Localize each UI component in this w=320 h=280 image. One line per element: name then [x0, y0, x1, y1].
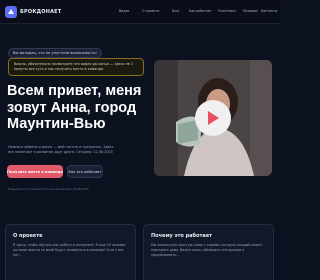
how-it-works-card: Почему это работает Мы используем просту…: [143, 224, 274, 280]
hero-footnote: Новый доступ откроется после просмотра: …: [8, 187, 89, 191]
info-notice: Важно, обязательно посмотрите это видео …: [8, 58, 144, 76]
play-icon: [208, 111, 219, 125]
top-navigation-bar: БРОКДОНАЕТ Видео О проекте Блог Как рабо…: [0, 0, 280, 24]
nav-link-contacts[interactable]: Контакты: [261, 9, 277, 13]
about-card-title: О проекте: [13, 233, 43, 239]
play-button[interactable]: [195, 100, 231, 136]
get-team-spot-button[interactable]: Получить место в команде: [7, 165, 63, 178]
nav-link-blog[interactable]: Блог: [172, 9, 180, 13]
nav-link-about[interactable]: О проекте: [142, 9, 159, 13]
about-card-text: Я здесь, чтобы обучить вас работе в инте…: [13, 243, 127, 257]
brand-name: БРОКДОНАЕТ: [20, 9, 62, 15]
nav-link-positions[interactable]: Позиции: [243, 9, 257, 13]
brand-logo-icon: [5, 6, 17, 18]
nav-link-how[interactable]: Как работает: [189, 9, 212, 13]
how-card-text: Мы используем простую схему с кадами, ко…: [151, 243, 263, 257]
how-card-title: Почему это работает: [151, 233, 213, 239]
nav-link-members[interactable]: Участники: [218, 9, 236, 13]
video-player[interactable]: [154, 60, 272, 176]
hero-description: Немного обмена и риска — мой честно и пр…: [8, 145, 114, 154]
about-project-card: О проекте Я здесь, чтобы обучить вас раб…: [5, 224, 136, 280]
hero-headline: Всем привет, меня зовут Анна, город Маун…: [7, 83, 142, 132]
nav-link-video[interactable]: Видео: [119, 9, 129, 13]
how-it-works-button[interactable]: Как это работает: [67, 165, 103, 178]
brand-logo[interactable]: БРОКДОНАЕТ: [5, 6, 61, 18]
congrats-badge: Вы молодец, что не упустили возможность!: [8, 48, 102, 58]
